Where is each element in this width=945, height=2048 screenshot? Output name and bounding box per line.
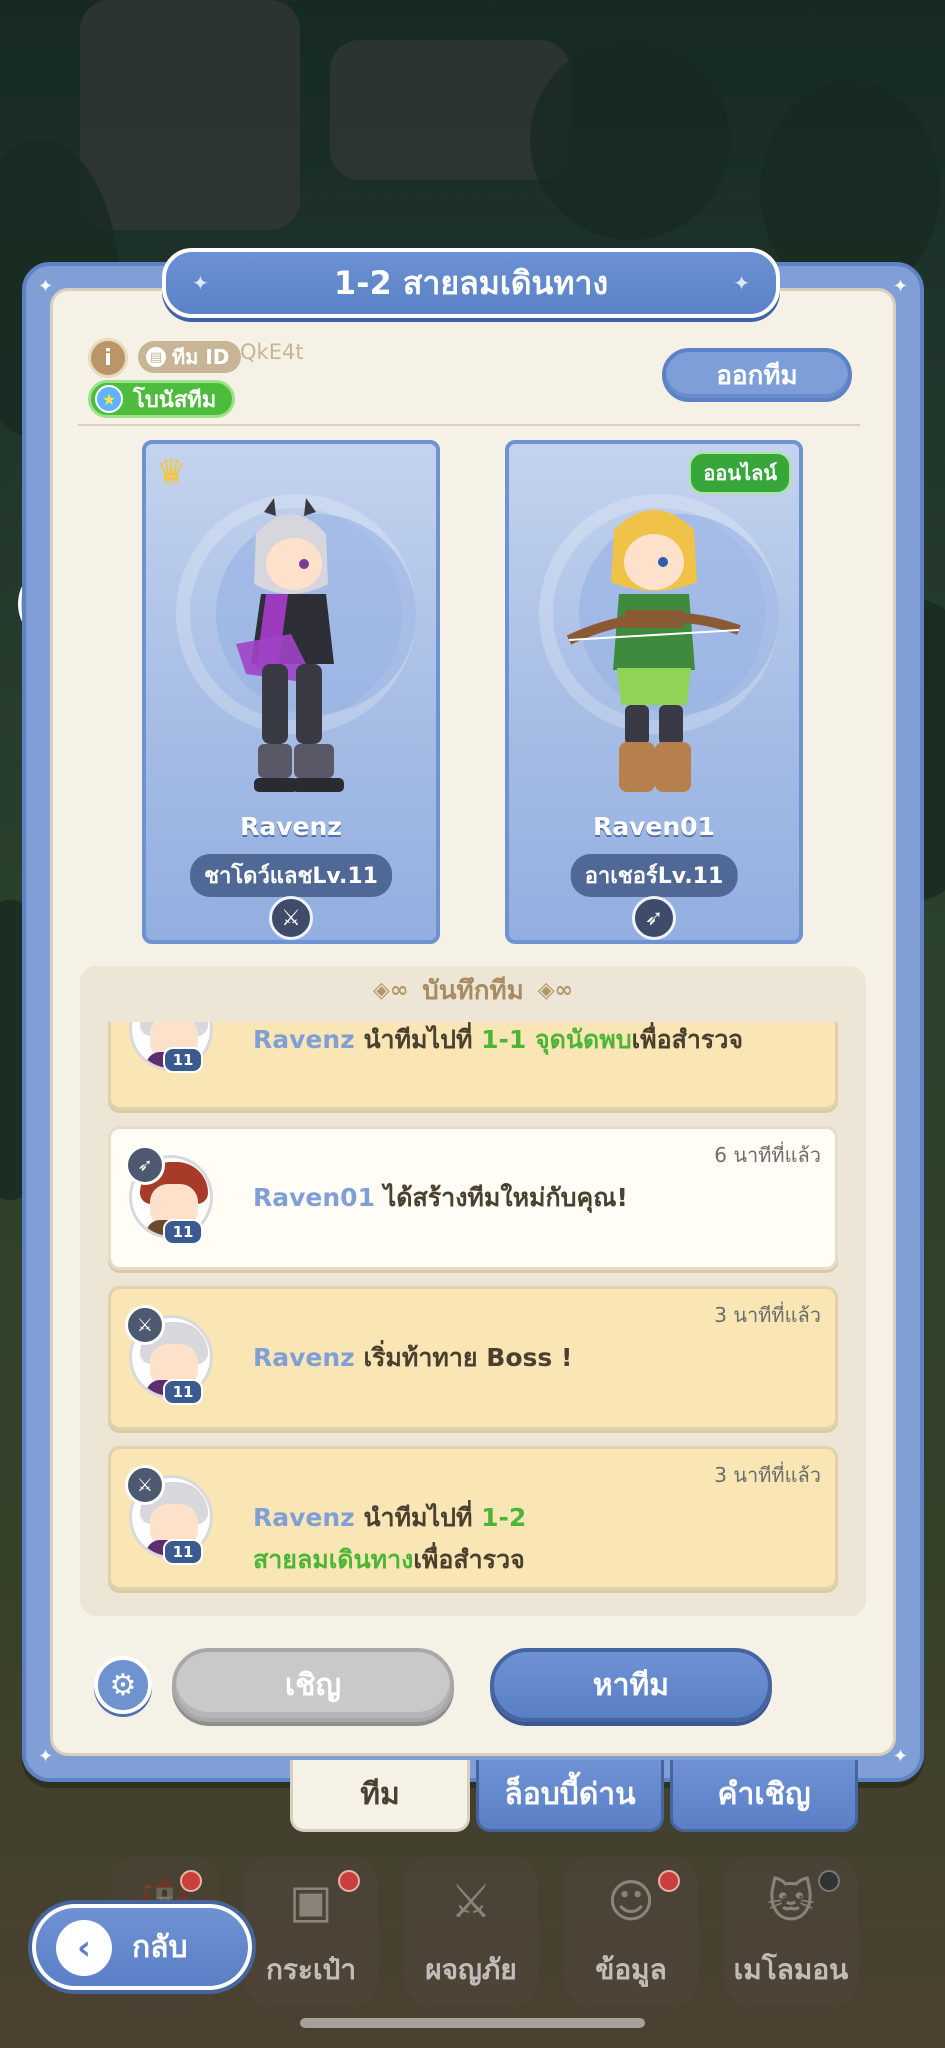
log-message: Raven01 ได้สร้างทีมใหม่กับคุณ! bbox=[253, 1183, 628, 1212]
bow-class-icon: ➶ bbox=[632, 896, 676, 940]
dagger-class-icon: ⚔ bbox=[125, 1465, 165, 1505]
cat-icon: 🐱 bbox=[767, 1874, 815, 1928]
level-badge: 11 bbox=[163, 1047, 203, 1073]
team-code: QkE4t bbox=[240, 340, 304, 364]
log-message: Ravenz เริ่มท้าทาย Boss ! bbox=[253, 1343, 573, 1372]
stage-title: 1-2 สายลมเดินทาง bbox=[333, 263, 609, 302]
invite-button[interactable]: เชิญ bbox=[172, 1648, 454, 1722]
log-message: Ravenz นำทีมไปที่ 1-1 จุดนัดพบเพื่อสำรวจ bbox=[253, 1025, 744, 1054]
stage-title-bar: ✦ 1-2 สายลมเดินทาง ✦ bbox=[162, 248, 780, 318]
home-indicator[interactable] bbox=[300, 2018, 645, 2028]
character-archer bbox=[566, 510, 741, 792]
back-button[interactable]: ‹ กลับ bbox=[32, 1904, 252, 1990]
team-id-badge: ▤ ทีม ID bbox=[138, 341, 242, 373]
level-badge: 11 bbox=[163, 1379, 203, 1405]
log-timestamp: 3 นาทีที่แล้ว bbox=[714, 1463, 821, 1487]
bow-class-icon: ➶ bbox=[125, 1145, 165, 1185]
character-icon: ☺ bbox=[607, 1874, 655, 1928]
team-log-header: ◈∞ บันทึกทีม ◈∞ bbox=[80, 966, 866, 1014]
corner-star-icon: ✦ bbox=[892, 276, 908, 297]
crossed-swords-icon: ⚔ bbox=[450, 1874, 492, 1928]
settings-gear-icon[interactable]: ⚙ bbox=[94, 1656, 152, 1714]
chest-icon: ▣ bbox=[289, 1874, 333, 1928]
corner-star-icon: ✦ bbox=[38, 1746, 54, 1767]
member-card-leader[interactable]: ♛ Ravenz ชาโดว์แลชLv.11 ⚔ bbox=[142, 440, 440, 944]
document-icon: ▤ bbox=[146, 347, 166, 367]
team-id-label: ทีม ID bbox=[172, 345, 230, 369]
level-badge: 11 bbox=[163, 1219, 203, 1245]
sparkle-icon: ✦ bbox=[733, 271, 750, 295]
nav-adventure[interactable]: ⚔ ผจญภัย bbox=[404, 1856, 538, 2006]
log-timestamp: 6 นาทีที่แล้ว bbox=[714, 1143, 821, 1167]
notification-dot bbox=[180, 1870, 202, 1892]
star-badge-icon: ★ bbox=[95, 385, 123, 413]
nav-bag[interactable]: ▣ กระเป๋า bbox=[244, 1856, 378, 2006]
nav-label: ผจญภัย bbox=[425, 1953, 517, 1986]
member-class-level: ชาโดว์แลชLv.11 bbox=[190, 854, 392, 897]
member-card[interactable]: ออนไลน์ Raven01 อาเชอร์Lv.11 ➶ bbox=[505, 440, 803, 944]
log-message: Ravenz นำทีมไปที่ 1-2 สายลมเดินทางเพื่อสำ… bbox=[253, 1503, 527, 1574]
notification-dot bbox=[338, 1870, 360, 1892]
log-entry: ⚔ 11 3 นาทีที่แล้ว Ravenz เริ่มท้าทาย Bo… bbox=[108, 1286, 838, 1430]
info-icon[interactable]: i bbox=[88, 338, 128, 378]
nav-label: กระเป๋า bbox=[265, 1953, 357, 1986]
team-bonus-button[interactable]: ★ โบนัสทีม bbox=[88, 380, 236, 418]
back-arrow-icon: ‹ bbox=[56, 1920, 112, 1976]
nav-info[interactable]: ☺ ข้อมูล bbox=[564, 1856, 698, 2006]
dagger-class-icon: ⚔ bbox=[125, 1305, 165, 1345]
team-log-title: บันทึกทีม bbox=[422, 975, 524, 1006]
member-class-level: อาเชอร์Lv.11 bbox=[570, 854, 738, 897]
tab-stage-lobby[interactable]: ล็อบบี้ด่าน bbox=[476, 1760, 664, 1832]
find-team-button[interactable]: หาทีม bbox=[490, 1648, 772, 1722]
lock-icon bbox=[818, 1870, 840, 1892]
sparkle-icon: ✦ bbox=[192, 271, 209, 295]
nav-label: เมโลมอน bbox=[733, 1953, 849, 1986]
member-name: Ravenz bbox=[240, 812, 342, 841]
leave-team-button[interactable]: ออกทีม bbox=[662, 348, 852, 402]
corner-star-icon: ✦ bbox=[892, 1746, 908, 1767]
ornament-icon: ◈∞ bbox=[373, 977, 409, 1003]
character-shadow-slash bbox=[236, 498, 344, 792]
log-entry: ⚔ 11 3 นาทีที่แล้ว Ravenz นำทีมไปที่ 1-2… bbox=[108, 1446, 838, 1590]
ornament-icon: ◈∞ bbox=[537, 977, 573, 1003]
nav-melomon[interactable]: 🐱 เมโลมอน bbox=[724, 1856, 858, 2006]
level-badge: 11 bbox=[163, 1539, 203, 1565]
log-timestamp: 3 นาทีที่แล้ว bbox=[714, 1303, 821, 1327]
log-entry: 11 Ravenz นำทีมไปที่ 1-1 จุดนัดพบเพื่อสำ… bbox=[108, 1022, 838, 1110]
team-log-list[interactable]: 11 Ravenz นำทีมไปที่ 1-1 จุดนัดพบเพื่อสำ… bbox=[80, 1022, 866, 1616]
log-entry: ➶ 11 6 นาทีที่แล้ว Raven01 ได้สร้างทีมให… bbox=[108, 1126, 838, 1270]
team-log: ◈∞ บันทึกทีม ◈∞ 11 Ravenz นำทีมไปที่ 1-1… bbox=[80, 966, 866, 1616]
back-label: กลับ bbox=[132, 1929, 188, 1965]
dagger-class-icon: ⚔ bbox=[269, 896, 313, 940]
team-bonus-label: โบนัสทีม bbox=[133, 387, 217, 413]
notification-dot bbox=[658, 1870, 680, 1892]
member-name: Raven01 bbox=[593, 812, 715, 841]
crown-icon: ♛ bbox=[156, 452, 187, 492]
nav-label: ข้อมูล bbox=[595, 1953, 667, 1986]
tab-team[interactable]: ทีม bbox=[290, 1760, 470, 1832]
corner-star-icon: ✦ bbox=[38, 276, 54, 297]
divider bbox=[78, 424, 860, 426]
online-status-badge: ออนไลน์ bbox=[689, 452, 791, 494]
tab-invitations[interactable]: คำเชิญ bbox=[670, 1760, 858, 1832]
